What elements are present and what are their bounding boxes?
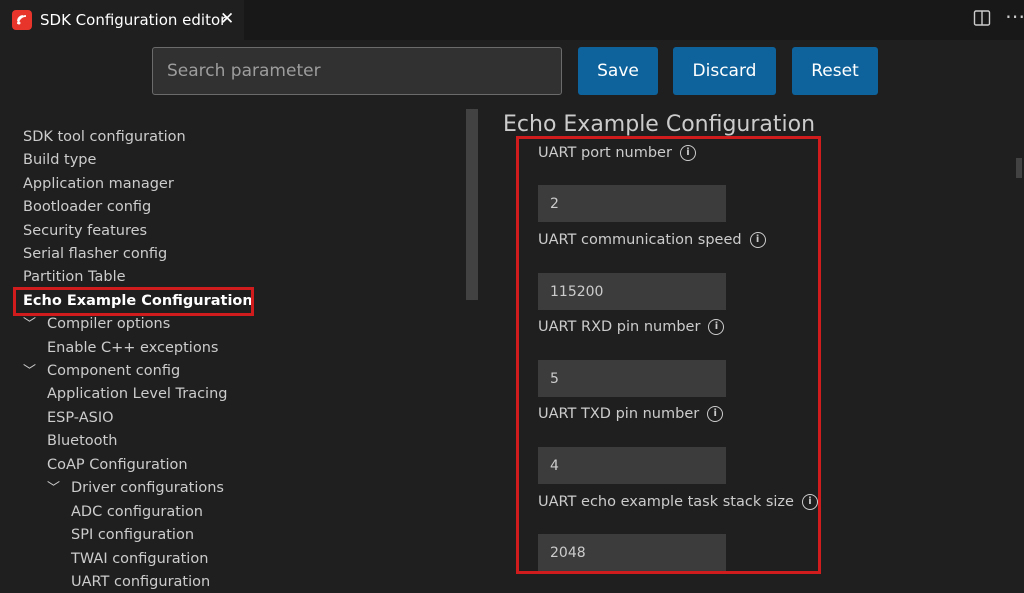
field-label-uart-rxd: UART RXD pin number i <box>538 319 725 335</box>
field-label-text: UART RXD pin number <box>538 319 701 335</box>
reset-button[interactable]: Reset <box>792 47 878 95</box>
tree-item-adc-configuration[interactable]: ADC configuration <box>71 501 203 523</box>
info-icon[interactable]: i <box>801 494 818 510</box>
tree-item-bluetooth[interactable]: Bluetooth <box>47 430 117 452</box>
tree-item-build-type[interactable]: Build type <box>23 149 96 171</box>
discard-button[interactable]: Discard <box>673 47 776 95</box>
field-label-uart-port: UART port number i <box>538 145 696 161</box>
section-title: Echo Example Configuration <box>503 112 816 137</box>
chevron-down-icon[interactable]: ﹀ <box>23 361 47 383</box>
more-actions-icon[interactable]: ⋯ <box>1005 4 1024 28</box>
field-label-text: UART communication speed <box>538 232 742 248</box>
save-button[interactable]: Save <box>578 47 658 95</box>
tree-item-spi-configuration[interactable]: SPI configuration <box>71 524 194 546</box>
uart-port-input[interactable] <box>538 185 726 222</box>
tree-item-label: Compiler options <box>47 316 171 332</box>
info-icon[interactable]: i <box>707 406 724 422</box>
tree-item-sdk-tool-configuration[interactable]: SDK tool configuration <box>23 126 186 148</box>
tree-item-partition-table[interactable]: Partition Table <box>23 266 126 288</box>
task-stack-size-input[interactable] <box>538 534 726 571</box>
tree-item-label: Driver configurations <box>71 480 224 496</box>
chevron-down-icon[interactable]: ﹀ <box>23 314 47 336</box>
tree-item-enable-cpp-exceptions[interactable]: Enable C++ exceptions <box>47 337 218 359</box>
info-icon[interactable]: i <box>679 145 696 161</box>
tab-bar: SDK Configuration editor ✕ ⋯ <box>0 0 1024 40</box>
selection-highlight-box <box>13 287 254 316</box>
tree-item-serial-flasher-config[interactable]: Serial flasher config <box>23 243 167 265</box>
uart-speed-input[interactable] <box>538 273 726 310</box>
content-scrollbar[interactable] <box>1016 158 1022 178</box>
tree-item-component-config[interactable]: ﹀ Component config <box>23 360 180 382</box>
tree-item-compiler-options[interactable]: ﹀ Compiler options <box>23 313 170 335</box>
editor-tab[interactable]: SDK Configuration editor ✕ <box>0 0 244 40</box>
tree-item-esp-asio[interactable]: ESP-ASIO <box>47 407 114 429</box>
field-label-task-stack-size: UART echo example task stack size i <box>538 494 818 510</box>
espressif-logo-icon <box>12 10 32 30</box>
split-editor-icon[interactable] <box>973 9 991 31</box>
tree-item-bootloader-config[interactable]: Bootloader config <box>23 196 151 218</box>
search-input[interactable] <box>152 47 562 95</box>
close-icon[interactable]: ✕ <box>220 9 234 29</box>
uart-txd-input[interactable] <box>538 447 726 484</box>
field-label-uart-speed: UART communication speed i <box>538 232 766 248</box>
tree-item-label: Component config <box>47 363 181 379</box>
tree-item-coap-configuration[interactable]: CoAP Configuration <box>47 454 188 476</box>
field-label-text: UART port number <box>538 145 672 161</box>
field-label-text: UART echo example task stack size <box>538 494 794 510</box>
tree-item-security-features[interactable]: Security features <box>23 220 147 242</box>
uart-rxd-input[interactable] <box>538 360 726 397</box>
field-label-uart-txd: UART TXD pin number i <box>538 406 724 422</box>
chevron-down-icon[interactable]: ﹀ <box>47 478 71 500</box>
tree-item-driver-configurations[interactable]: ﹀ Driver configurations <box>47 477 224 499</box>
field-label-text: UART TXD pin number <box>538 406 700 422</box>
tab-title: SDK Configuration editor <box>40 11 227 29</box>
info-icon[interactable]: i <box>708 319 725 335</box>
tree-item-application-manager[interactable]: Application manager <box>23 173 174 195</box>
tree-item-uart-configuration[interactable]: UART configuration <box>71 571 210 593</box>
tree-scrollbar[interactable] <box>466 109 478 300</box>
tree-item-twai-configuration[interactable]: TWAI configuration <box>71 548 208 570</box>
info-icon[interactable]: i <box>749 232 766 248</box>
tree-item-application-level-tracing[interactable]: Application Level Tracing <box>47 383 227 405</box>
